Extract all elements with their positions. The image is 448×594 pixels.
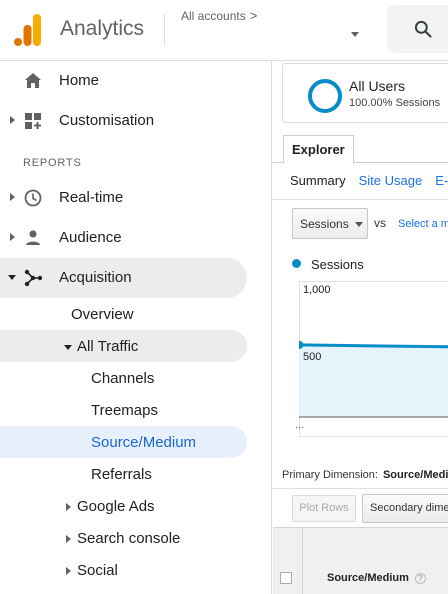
chart-legend: Sessions — [292, 257, 364, 272]
select-metric-link[interactable]: Select a m — [398, 218, 448, 230]
segment-name: All Users — [349, 78, 406, 94]
app-header: Analytics All accounts > — [0, 0, 448, 61]
x-tick-label: ... — [295, 419, 305, 431]
sidebar-item-source-medium[interactable]: Source/Medium — [0, 426, 247, 458]
chevron-right-icon[interactable] — [66, 535, 71, 543]
caret-down-icon[interactable] — [351, 32, 359, 37]
app-title: Analytics — [60, 17, 145, 40]
chevron-down-icon[interactable] — [64, 345, 72, 350]
primary-dimension: Primary Dimension: Source/Medi — [282, 469, 448, 481]
sidebar-item-label: Real-time — [59, 189, 124, 206]
search-button[interactable] — [387, 5, 448, 53]
sidebar-item-label: Audience — [59, 229, 122, 246]
account-picker[interactable]: All accounts > — [181, 8, 257, 23]
subtab-summary[interactable]: Summary — [290, 173, 346, 188]
legend-dot — [292, 259, 301, 268]
primary-dimension-label: Primary Dimension: — [282, 469, 378, 481]
chevron-down-icon[interactable] — [8, 275, 16, 280]
sidebar: Home Customisation REPORTS Real-time Aud… — [0, 61, 272, 594]
search-icon — [414, 20, 432, 38]
chevron-right-icon[interactable] — [10, 233, 15, 241]
home-icon — [25, 73, 41, 88]
sidebar-item-acquisition[interactable]: Acquisition — [0, 258, 247, 298]
accounts-label: All accounts — [181, 9, 246, 23]
sessions-chart: 1,000 500 — [299, 281, 448, 437]
metric-select-value: Sessions — [300, 217, 349, 231]
sidebar-item-label: All Traffic — [77, 338, 139, 355]
chevron-right-icon: > — [249, 8, 258, 23]
chevron-right-icon[interactable] — [10, 193, 15, 201]
sidebar-item-home[interactable]: Home — [0, 61, 272, 101]
select-all-checkbox[interactable] — [280, 572, 292, 584]
caret-down-icon — [355, 222, 363, 227]
clock-icon — [24, 189, 42, 207]
sidebar-item-search-console[interactable]: Search console — [66, 530, 181, 547]
sidebar-item-label: Customisation — [59, 112, 155, 129]
sidebar-item-customisation[interactable]: Customisation — [0, 101, 272, 141]
table-column-divider — [302, 528, 303, 594]
sidebar-item-social[interactable]: Social — [66, 562, 118, 579]
analytics-logo-icon[interactable] — [14, 14, 42, 46]
sidebar-item-label: Social — [77, 562, 118, 579]
sidebar-item-overview[interactable]: Overview — [71, 306, 134, 323]
legend-label: Sessions — [311, 257, 364, 272]
sidebar-item-referrals[interactable]: Referrals — [91, 466, 152, 483]
divider — [273, 199, 448, 200]
series-line — [299, 343, 448, 349]
sidebar-item-label: Source/Medium — [91, 434, 197, 451]
sidebar-item-label: Acquisition — [59, 269, 132, 286]
sidebar-item-audience[interactable]: Audience — [0, 218, 272, 258]
chevron-right-icon[interactable] — [10, 116, 15, 124]
dashboard-icon — [25, 113, 41, 129]
segment-ring-icon — [308, 79, 342, 113]
sidebar-item-all-traffic[interactable]: All Traffic — [0, 330, 247, 362]
sidebar-item-label: Home — [59, 72, 100, 89]
plot-rows-button[interactable]: Plot Rows — [292, 495, 356, 522]
metric-select[interactable]: Sessions — [292, 208, 368, 239]
column-header-source-medium[interactable]: Source/Medium? — [327, 572, 426, 584]
divider — [273, 488, 448, 489]
person-icon — [26, 230, 40, 245]
sidebar-item-treemaps[interactable]: Treemaps — [91, 402, 158, 419]
acquisition-icon — [24, 269, 42, 287]
subtab-site-usage[interactable]: Site Usage — [359, 173, 423, 188]
segment-card[interactable]: All Users 100.00% Sessions — [282, 63, 448, 123]
report-main: All Users 100.00% Sessions Explorer Summ… — [273, 61, 448, 594]
help-icon[interactable]: ? — [414, 573, 426, 584]
header-divider — [164, 14, 165, 45]
sidebar-item-label: Search console — [77, 530, 181, 547]
reports-heading: REPORTS — [23, 157, 82, 169]
report-tabs: Explorer — [273, 134, 448, 164]
y-tick-label: 500 — [303, 351, 322, 363]
chevron-right-icon[interactable] — [66, 503, 71, 511]
chevron-right-icon[interactable] — [66, 567, 71, 575]
sidebar-item-label: Google Ads — [77, 498, 155, 515]
sidebar-item-realtime[interactable]: Real-time — [0, 178, 272, 218]
explorer-subtabs: Summary Site Usage E- — [290, 173, 448, 188]
y-tick-label: 1,000 — [303, 284, 331, 296]
segment-subtitle: 100.00% Sessions — [349, 97, 441, 109]
subtab-ecommerce[interactable]: E- — [435, 173, 448, 188]
tab-explorer[interactable]: Explorer — [283, 135, 354, 164]
secondary-dimension-button[interactable]: Secondary dime — [362, 494, 448, 523]
primary-dimension-value[interactable]: Source/Medi — [383, 469, 448, 481]
vs-label: vs — [374, 216, 386, 230]
table-header: Source/Medium? — [273, 527, 448, 594]
sidebar-item-channels[interactable]: Channels — [91, 370, 154, 387]
column-header-label: Source/Medium — [327, 572, 409, 584]
sidebar-item-google-ads[interactable]: Google Ads — [66, 498, 155, 515]
